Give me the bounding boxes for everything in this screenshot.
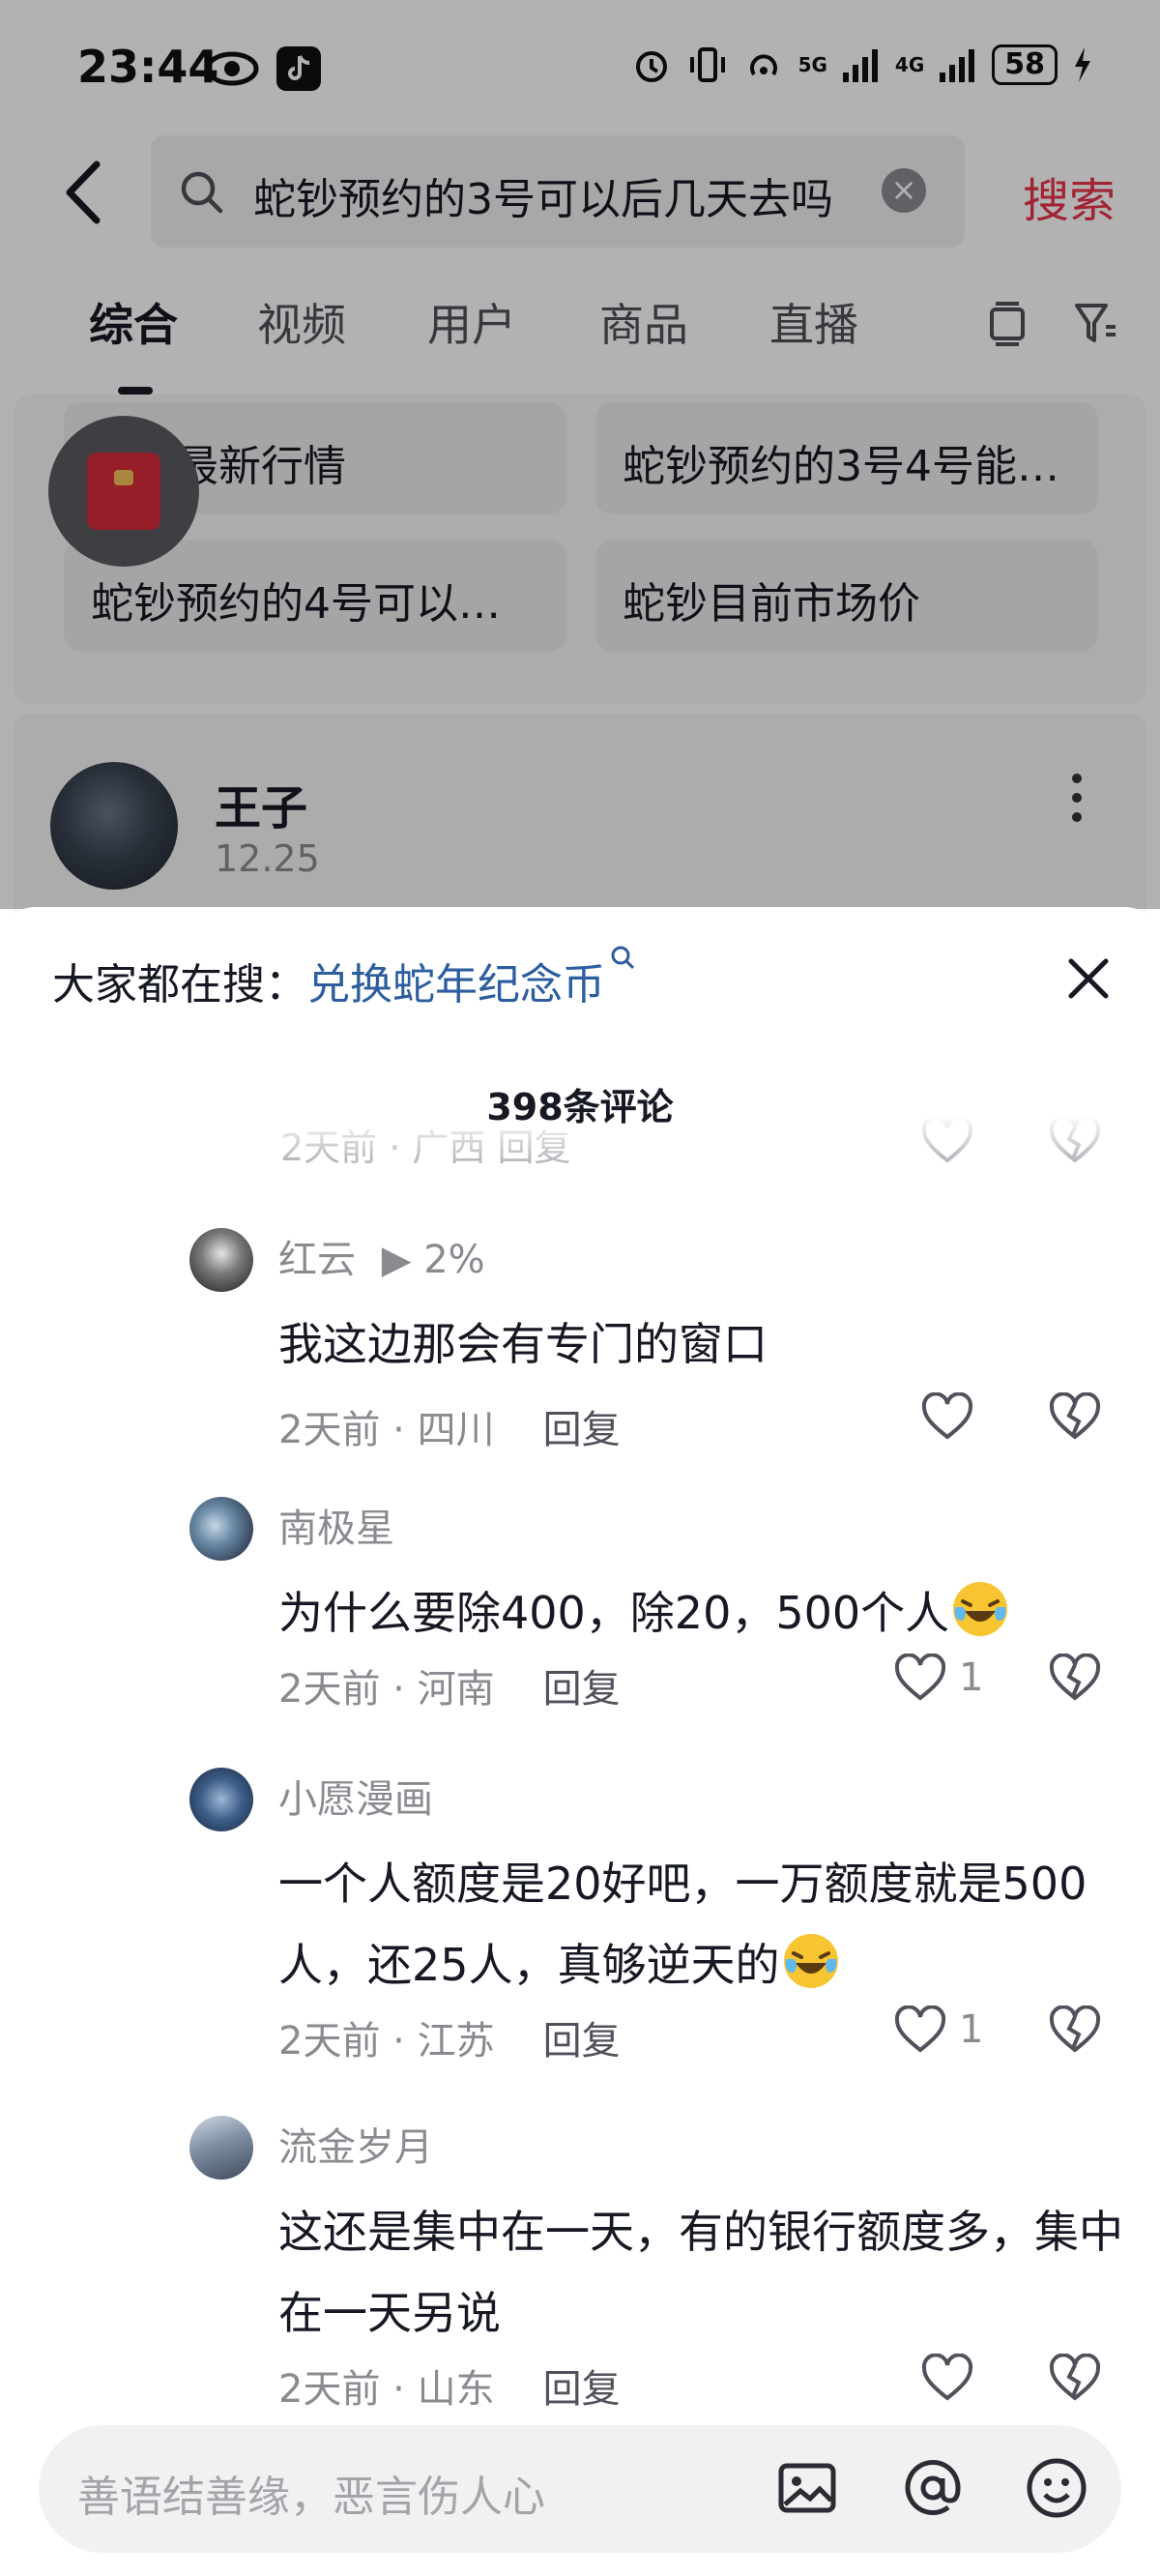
comment-location: 四川 xyxy=(417,1408,495,1452)
comment-username[interactable]: 小愿漫画 xyxy=(278,1768,433,1824)
reply-button[interactable]: 回复 xyxy=(543,2019,621,2064)
comment-input-placeholder[interactable]: 善语结善缘，恶言伤人心 xyxy=(77,2462,545,2524)
mention-icon[interactable] xyxy=(899,2454,967,2522)
comment-time: 2天前 xyxy=(278,2019,381,2064)
comment-username[interactable]: 红云 xyxy=(278,1238,356,1282)
comment-time: 2天前 xyxy=(278,2367,381,2412)
laughing-tears-emoji-icon xyxy=(953,1582,1008,1636)
comment-badge: ▶ 2% xyxy=(381,1238,485,1282)
reply-button[interactable]: 回复 xyxy=(543,1667,621,1712)
image-icon[interactable] xyxy=(773,2454,841,2522)
avatar[interactable] xyxy=(189,1497,253,1561)
dislike-icon[interactable] xyxy=(1048,2005,1102,2054)
laughing-tears-emoji-icon xyxy=(783,1934,838,1988)
comment-username[interactable]: 流金岁月 xyxy=(278,2116,433,2172)
comment-location: 江苏 xyxy=(417,2019,495,2064)
dislike-icon[interactable] xyxy=(1048,1392,1102,1441)
search-icon xyxy=(611,946,635,970)
dislike-icon[interactable] xyxy=(1048,1654,1102,1702)
avatar[interactable] xyxy=(189,1768,253,1831)
comment-input[interactable]: 善语结善缘，恶言伤人心 xyxy=(39,2425,1121,2553)
comment-username[interactable]: 南极星 xyxy=(278,1497,394,1553)
comment-item: 流金岁月 这还是集中在一天，有的银行额度多，集中在一天另说 2天前 · 山东 回复 xyxy=(0,2116,1160,2435)
comment-location: 山东 xyxy=(417,2367,495,2412)
emoji-icon[interactable] xyxy=(1023,2454,1090,2522)
comment-item: 小愿漫画 一个人额度是20好吧，一万额度就是500人，还25人，真够逆天的 2天… xyxy=(0,1768,1160,2087)
avatar[interactable] xyxy=(189,2116,253,2180)
heart-icon xyxy=(894,1654,946,1701)
dislike-icon[interactable] xyxy=(1048,2354,1102,2402)
comment-sheet: 大家都在搜：兑换蛇年纪念币 2天前 · 广西 回复 398条评论 红云 ▶ 2%… xyxy=(0,907,1160,2576)
comment-time: 2天前 xyxy=(278,1667,381,1712)
heart-icon xyxy=(921,1392,973,1440)
close-icon[interactable] xyxy=(1063,953,1114,1004)
like-button[interactable] xyxy=(920,1392,986,1441)
like-count: 1 xyxy=(959,2007,984,2052)
comment-text: 我这边那会有专门的窗口 xyxy=(278,1318,768,1370)
comment-item: 南极星 为什么要除400，除20，500个人 2天前 · 河南 回复 1 xyxy=(0,1497,1160,1729)
comment-time: 2天前 xyxy=(278,1408,381,1452)
app-screen: 23:44 5G 4G 58 蛇钞预约的3号可以后几天去吗 × 搜索 综合 视频 xyxy=(0,0,1160,2576)
reply-button[interactable]: 回复 xyxy=(543,1408,621,1452)
heart-icon xyxy=(921,2354,973,2401)
like-count: 1 xyxy=(959,1655,984,1700)
heart-icon xyxy=(894,2005,946,2053)
like-button[interactable]: 1 xyxy=(893,1654,983,1702)
avatar[interactable] xyxy=(189,1228,253,1292)
comment-text: 一个人额度是20好吧，一万额度就是500人，还25人，真够逆天的 xyxy=(278,1858,1088,1991)
comment-location: 河南 xyxy=(417,1667,495,1712)
like-button[interactable]: 1 xyxy=(893,2005,983,2054)
comment-text: 这还是集中在一天，有的银行额度多，集中在一天另说 xyxy=(278,2206,1123,2339)
reply-button[interactable]: 回复 xyxy=(543,2367,621,2412)
overlay-dim[interactable] xyxy=(0,0,1160,909)
comment-text: 为什么要除400，除20，500个人 xyxy=(278,1587,950,1639)
trending-search: 大家都在搜：兑换蛇年纪念币 xyxy=(52,946,636,1011)
comment-item: 红云 ▶ 2% 我这边那会有专门的窗口 2天前 · 四川 回复 xyxy=(0,1228,1160,1460)
like-button[interactable] xyxy=(920,2354,986,2402)
trending-search-link[interactable]: 兑换蛇年纪念币 xyxy=(307,960,605,1010)
comment-count: 398条评论 xyxy=(486,1086,674,1128)
